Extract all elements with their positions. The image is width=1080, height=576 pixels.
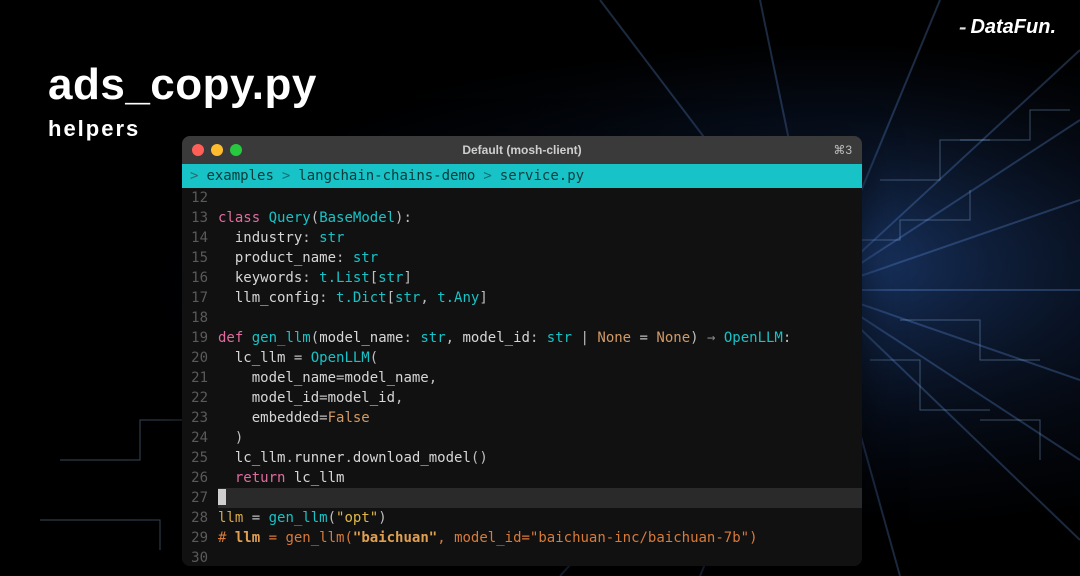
breadcrumb-seg-1: examples [206, 165, 273, 187]
code-line: return lc_llm [218, 468, 862, 488]
code-line: keywords: t.List[str] [218, 268, 862, 288]
slide-heading: ads_copy.py helpers [48, 60, 317, 142]
line-number: 23 [182, 408, 218, 428]
code-editor[interactable]: 12 13class Query(BaseModel): 14 industry… [182, 188, 862, 566]
line-number: 26 [182, 468, 218, 488]
line-number: 22 [182, 388, 218, 408]
cursor-icon [218, 489, 226, 505]
line-number: 24 [182, 428, 218, 448]
logo-text: DataFun. [970, 16, 1056, 39]
code-line: # llm = gen_llm("baichuan", model_id="ba… [218, 528, 862, 548]
line-number: 14 [182, 228, 218, 248]
line-number: 30 [182, 548, 218, 566]
line-number: 29 [182, 528, 218, 548]
line-number: 27 [182, 488, 218, 508]
page-title: ads_copy.py [48, 60, 317, 110]
code-line: class Query(BaseModel): [218, 208, 862, 228]
window-title: Default (mosh-client) [182, 143, 862, 157]
code-line: llm_config: t.Dict[str, t.Any] [218, 288, 862, 308]
line-number: 15 [182, 248, 218, 268]
code-line: model_id=model_id, [218, 388, 862, 408]
line-number: 20 [182, 348, 218, 368]
window-shortcut: ⌘3 [833, 143, 852, 157]
breadcrumb-caret: > [190, 165, 198, 187]
chevron-right-icon: > [282, 165, 290, 187]
breadcrumb: > examples > langchain-chains-demo > ser… [182, 164, 862, 188]
code-line [218, 488, 862, 508]
logo-dots-icon: ∙∙∙ [959, 20, 965, 36]
code-line: product_name: str [218, 248, 862, 268]
brand-logo: ∙∙∙ DataFun. [959, 16, 1056, 39]
code-line: ) [218, 428, 862, 448]
line-number: 18 [182, 308, 218, 328]
line-number: 16 [182, 268, 218, 288]
code-line [218, 188, 862, 208]
line-number: 13 [182, 208, 218, 228]
code-line [218, 308, 862, 328]
breadcrumb-file: service.py [500, 165, 584, 187]
line-number: 19 [182, 328, 218, 348]
code-line: lc_llm = OpenLLM( [218, 348, 862, 368]
code-line [218, 548, 862, 566]
line-number: 28 [182, 508, 218, 528]
code-line: llm = gen_llm("opt") [218, 508, 862, 528]
code-line: industry: str [218, 228, 862, 248]
line-number: 12 [182, 188, 218, 208]
code-line: lc_llm.runner.download_model() [218, 448, 862, 468]
code-line: def gen_llm(model_name: str, model_id: s… [218, 328, 862, 348]
line-number: 21 [182, 368, 218, 388]
line-number: 17 [182, 288, 218, 308]
window-titlebar[interactable]: Default (mosh-client) ⌘3 [182, 136, 862, 164]
code-line: embedded=False [218, 408, 862, 428]
line-number: 25 [182, 448, 218, 468]
terminal-window: Default (mosh-client) ⌘3 > examples > la… [182, 136, 862, 566]
chevron-right-icon: > [483, 165, 491, 187]
breadcrumb-seg-2: langchain-chains-demo [298, 165, 475, 187]
code-line: model_name=model_name, [218, 368, 862, 388]
